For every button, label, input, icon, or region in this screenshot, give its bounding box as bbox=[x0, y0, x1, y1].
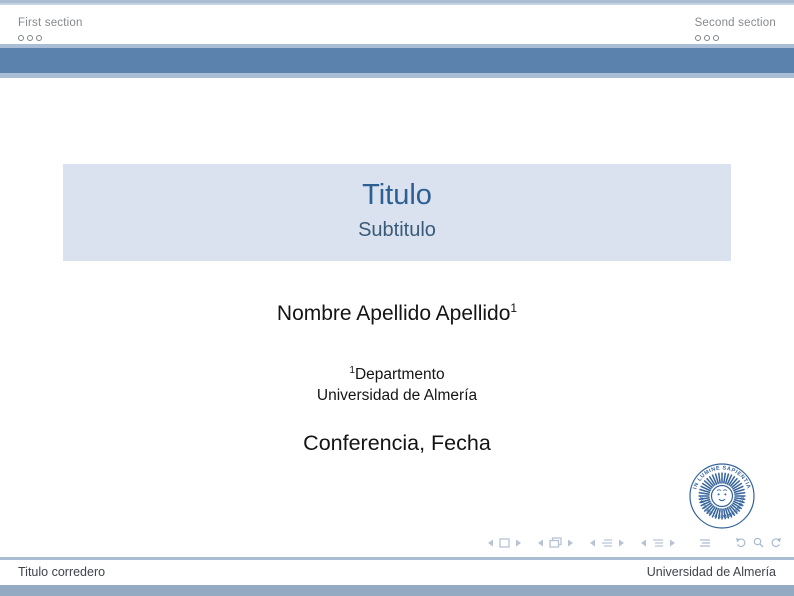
institute-block: 1Departmento Universidad de Almería bbox=[0, 360, 794, 406]
slide-title: Titulo bbox=[63, 177, 731, 213]
nav-slide-group bbox=[486, 538, 523, 548]
section-header: First section Second section bbox=[0, 5, 794, 44]
header-bar bbox=[0, 44, 794, 78]
next-section-icon[interactable] bbox=[669, 538, 677, 548]
prev-slide-icon[interactable] bbox=[486, 538, 494, 548]
slide-dot[interactable] bbox=[36, 35, 42, 41]
author-name: Nombre Apellido Apellido bbox=[277, 302, 510, 325]
author-line: Nombre Apellido Apellido1 bbox=[0, 301, 794, 326]
slide-dots-first[interactable] bbox=[18, 35, 83, 41]
institute-department-line: 1Departmento bbox=[0, 360, 794, 385]
section-label-second[interactable]: Second section bbox=[695, 17, 776, 29]
university-seal-logo: IN LUMINE SAPIENTIA UNIVERSITAS ALMERIEN… bbox=[688, 462, 756, 530]
slide-subtitle: Subtitulo bbox=[63, 217, 731, 244]
undo-icon[interactable] bbox=[735, 537, 747, 548]
subsection-list-icon[interactable] bbox=[601, 538, 613, 548]
slide-dot[interactable] bbox=[18, 35, 24, 41]
next-slide-icon[interactable] bbox=[515, 538, 523, 548]
institute-department: Departmento bbox=[355, 366, 445, 383]
nav-tools-group bbox=[735, 537, 782, 548]
footer: Titulo corredero Universidad de Almería bbox=[0, 560, 794, 585]
section-nav-first[interactable]: First section bbox=[18, 13, 83, 41]
prev-frame-icon[interactable] bbox=[536, 538, 544, 548]
prev-subsection-icon[interactable] bbox=[588, 538, 596, 548]
seal-center-disc bbox=[712, 486, 733, 507]
nav-subsection-group bbox=[588, 538, 626, 548]
author-footnote-mark: 1 bbox=[510, 301, 517, 315]
prev-section-icon[interactable] bbox=[639, 538, 647, 548]
nav-section-group bbox=[639, 538, 677, 548]
slide-dot[interactable] bbox=[695, 35, 701, 41]
slide-frame-icon[interactable] bbox=[499, 538, 510, 548]
slide-dot[interactable] bbox=[713, 35, 719, 41]
nav-document-group bbox=[699, 538, 711, 548]
search-icon[interactable] bbox=[753, 537, 764, 548]
footer-short-title: Titulo corredero bbox=[18, 565, 105, 579]
beamer-navigation-bar bbox=[473, 537, 782, 548]
section-nav-second[interactable]: Second section bbox=[695, 13, 776, 41]
footer-institution: Universidad de Almería bbox=[647, 565, 776, 579]
slide-dots-second[interactable] bbox=[695, 35, 776, 41]
next-frame-icon[interactable] bbox=[567, 538, 575, 548]
redo-icon[interactable] bbox=[770, 537, 782, 548]
document-end-icon[interactable] bbox=[699, 538, 711, 548]
section-label-first[interactable]: First section bbox=[18, 17, 83, 29]
nav-frame-group bbox=[536, 537, 575, 548]
bottom-bar bbox=[0, 585, 794, 596]
section-list-icon[interactable] bbox=[652, 538, 664, 548]
conference-date: Conferencia, Fecha bbox=[0, 431, 794, 456]
slide-dot[interactable] bbox=[27, 35, 33, 41]
slide-dot[interactable] bbox=[704, 35, 710, 41]
institute-university: Universidad de Almería bbox=[0, 385, 794, 406]
frames-icon[interactable] bbox=[549, 537, 562, 548]
next-subsection-icon[interactable] bbox=[618, 538, 626, 548]
title-box: Titulo Subtitulo bbox=[63, 164, 731, 261]
